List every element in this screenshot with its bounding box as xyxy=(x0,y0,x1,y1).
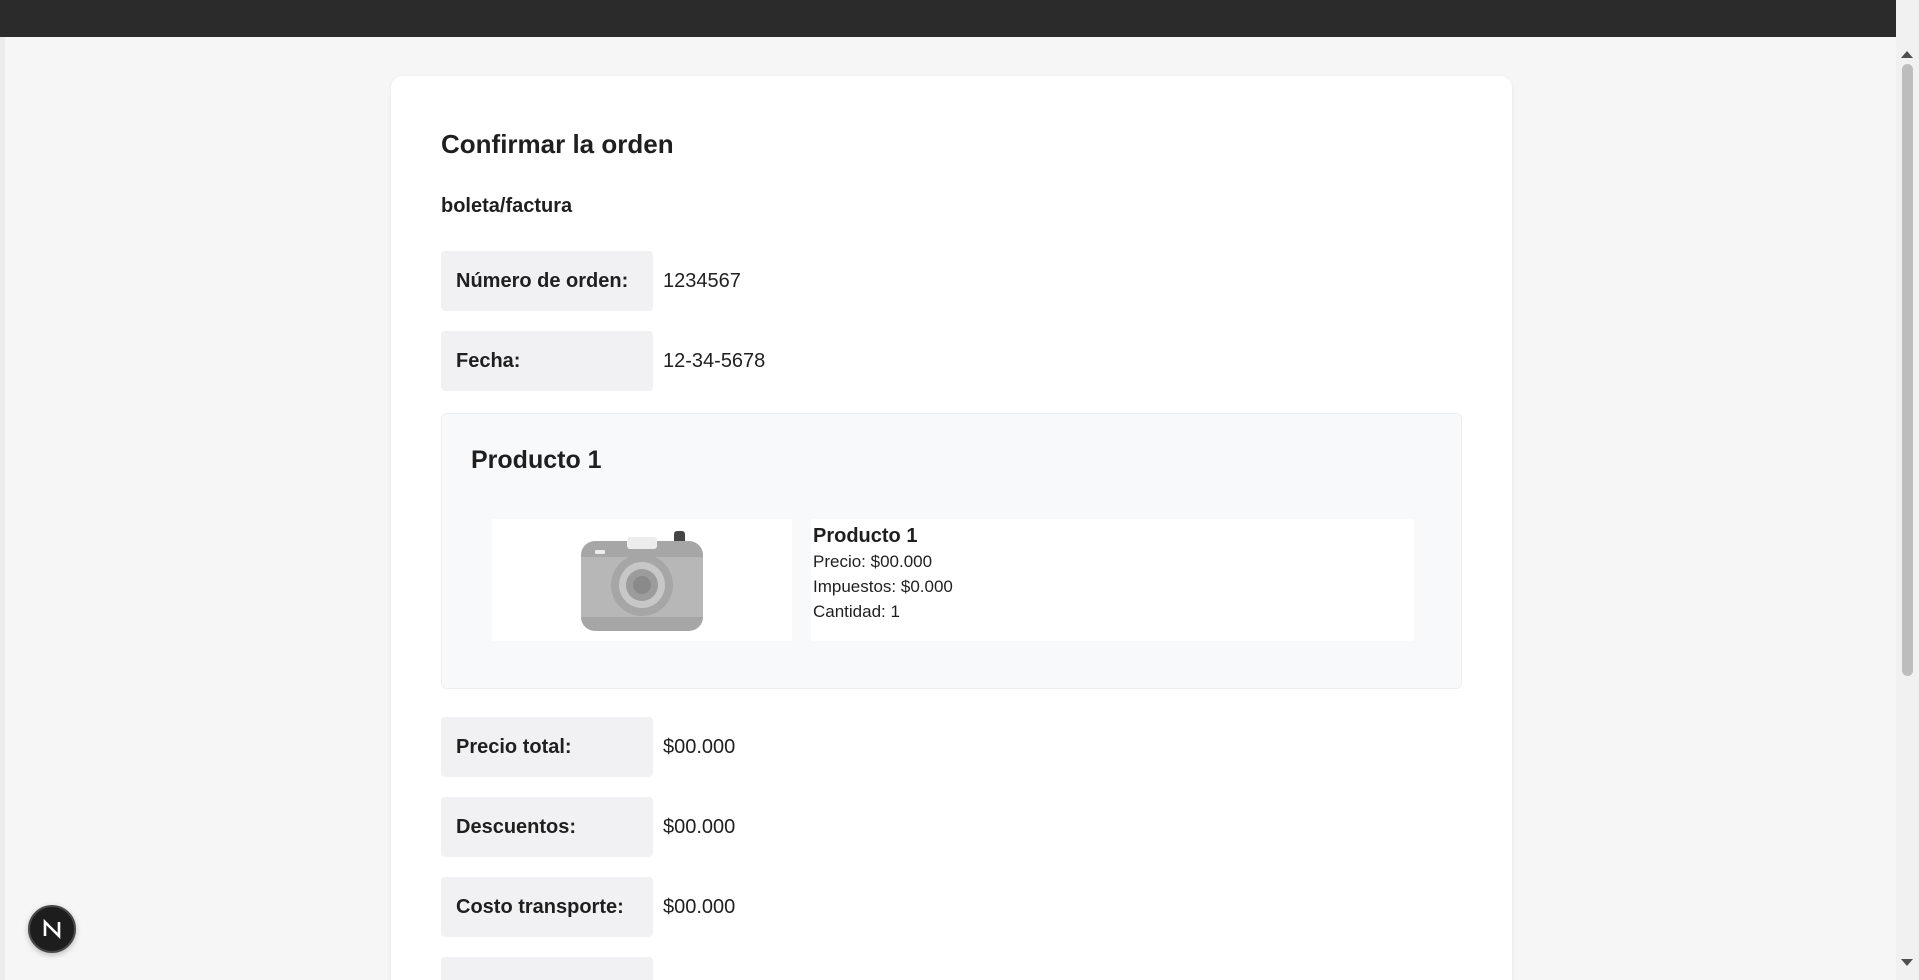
camera-icon xyxy=(581,531,703,631)
shipping-cost-value: $00.000 xyxy=(663,895,736,918)
total-price-value: $00.000 xyxy=(663,735,736,758)
discount-value: $00.000 xyxy=(663,815,736,838)
next-summary-label xyxy=(441,957,653,980)
total-price-label: Precio total: xyxy=(441,717,653,777)
discount-row: Descuentos: $00.000 xyxy=(441,797,735,857)
page-subtitle: boleta/factura xyxy=(441,195,573,217)
nextjs-logo-icon xyxy=(43,918,61,940)
order-date-label: Fecha: xyxy=(441,331,653,391)
product-name: Producto 1 xyxy=(813,525,918,547)
browser-top-bar xyxy=(0,0,1896,37)
shipping-cost-row: Costo transporte: $00.000 xyxy=(441,877,735,937)
order-number-label: Número de orden: xyxy=(441,251,653,311)
order-confirmation-card: Confirmar la orden boleta/factura Número… xyxy=(391,76,1512,980)
next-summary-row xyxy=(441,957,653,980)
page-title: Confirmar la orden xyxy=(441,129,674,159)
shipping-cost-label: Costo transporte: xyxy=(441,877,653,937)
order-number-value: 1234567 xyxy=(663,269,741,292)
order-number-row: Número de orden: 1234567 xyxy=(441,251,741,311)
scroll-down-arrow-icon[interactable] xyxy=(1901,959,1913,966)
product-taxes: Impuestos: $0.000 xyxy=(813,577,953,596)
product-price: Precio: $00.000 xyxy=(813,552,933,571)
discount-label: Descuentos: xyxy=(441,797,653,857)
scroll-thumb[interactable] xyxy=(1902,64,1913,676)
scroll-up-arrow-icon[interactable] xyxy=(1901,51,1913,58)
nextjs-devtools-button[interactable] xyxy=(28,905,76,953)
product-image xyxy=(492,519,792,641)
left-edge xyxy=(0,37,5,980)
product-details: Producto 1 Precio: $00.000 Impuestos: $0… xyxy=(811,519,1414,641)
order-date-value: 12-34-5678 xyxy=(663,349,766,372)
product-quantity: Cantidad: 1 xyxy=(813,602,900,621)
page-scrollbar[interactable] xyxy=(1896,0,1919,980)
product-section: Producto 1 Producto 1 Precio: $00.000 Im… xyxy=(441,413,1462,689)
product-heading: Producto 1 xyxy=(471,446,602,474)
total-price-row: Precio total: $00.000 xyxy=(441,717,735,777)
order-date-row: Fecha: 12-34-5678 xyxy=(441,331,765,391)
